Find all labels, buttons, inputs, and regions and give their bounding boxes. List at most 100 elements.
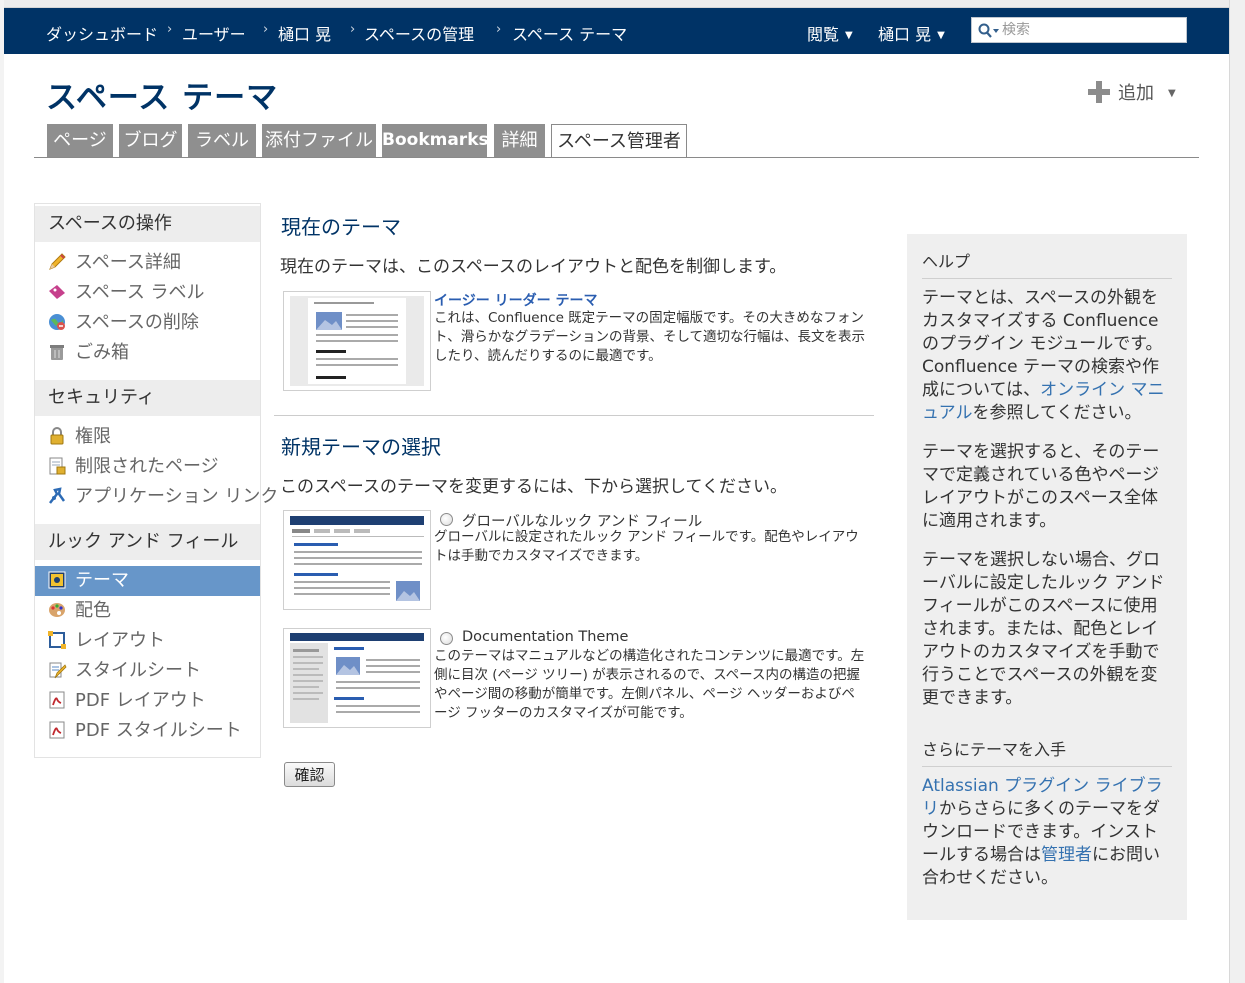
documentation-theme-label: Documentation Theme (462, 629, 629, 645)
search-input[interactable] (1002, 20, 1182, 40)
browse-menu-label: 閲覧 (807, 25, 840, 44)
new-theme-heading: 新規テーマの選択 (281, 435, 441, 459)
documentation-theme-thumbnail (283, 628, 431, 728)
chevron-down-icon: ▼ (1168, 88, 1176, 99)
documentation-theme-description: このテーマはマニュアルなどの構造化されたコンテンツに最適です。左側に目次 (ペー… (434, 648, 865, 721)
trash-icon (50, 345, 64, 360)
administrator-link[interactable]: 管理者 (1041, 845, 1092, 865)
sidebar-item-label: 配色 (75, 600, 111, 621)
search-box (971, 17, 1187, 43)
tab-space-admin[interactable]: スペース管理者 (551, 124, 687, 158)
breadcrumb-dashboard[interactable]: ダッシュボード (46, 21, 158, 45)
sidebar-item-application-links[interactable]: アプリケーション リンク (35, 482, 278, 512)
top-navigation-bar: ダッシュボード › ユーザー › 樋口 晃 › スペースの管理 › スペース テ… (4, 8, 1229, 54)
sidebar-item-label: スペースの削除 (75, 312, 199, 333)
help-paragraph-select-theme: テーマを選択すると、そのテーマで定義されている色やページ レイアウトがこのスペー… (922, 442, 1160, 531)
tab-attachments[interactable]: 添付ファイル (262, 124, 376, 157)
breadcrumb-separator-icon: › (263, 22, 269, 37)
sidebar-item-space-details[interactable]: スペース詳細 (35, 248, 260, 278)
sidebar-item-layouts[interactable]: レイアウト (35, 626, 260, 656)
sidebar-item-label: アプリケーション リンク (75, 486, 279, 507)
lock-icon (50, 427, 64, 445)
sidebar-item-label: 制限されたページ (75, 456, 219, 477)
sidebar-item-label: レイアウト (75, 630, 165, 651)
tabs-underline (34, 157, 1199, 158)
global-look-and-feel-thumbnail (283, 510, 431, 610)
help-panel: ヘルプ テーマとは、スペースの外観をカスタマイズする Confluence のプ… (907, 234, 1187, 920)
user-menu-label: 樋口 晃 (878, 25, 932, 44)
breadcrumb-users[interactable]: ユーザー (182, 21, 246, 45)
sidebar-heading-security: セキュリティ (35, 380, 260, 416)
chevron-down-icon: ▼ (937, 30, 945, 41)
pdf-icon (49, 691, 65, 709)
help-heading: ヘルプ (922, 248, 1172, 279)
tab-details[interactable]: 詳細 (494, 124, 545, 157)
current-theme-heading: 現在のテーマ (281, 215, 401, 239)
tab-labels[interactable]: ラベル (188, 124, 256, 157)
user-menu[interactable]: 樋口 晃 ▼ (878, 21, 945, 45)
breadcrumb-separator-icon: › (496, 22, 502, 37)
breadcrumb-current-page[interactable]: スペース テーマ (512, 21, 627, 45)
sidebar-item-label: 権限 (75, 426, 111, 447)
current-theme-name-link[interactable]: イージー リーダー テーマ (434, 290, 597, 310)
more-themes-heading: さらにテーマを入手 (922, 736, 1172, 767)
sidebar-item-label: スタイルシート (75, 660, 201, 681)
help-paragraph-no-theme: テーマを選択しない場合、グローバルに設定したルック アンド フィールがこのスペー… (922, 550, 1165, 708)
palette-icon (49, 603, 65, 617)
tab-blog[interactable]: ブログ (119, 124, 182, 157)
sidebar-item-space-labels[interactable]: スペース ラベル (35, 278, 260, 308)
global-look-and-feel-description: グローバルに設定されたルック アンド フィールです。配色やレイアウトは手動でカス… (434, 529, 859, 564)
restricted-page-icon (49, 457, 66, 475)
sidebar-item-label: テーマ (75, 570, 129, 591)
add-menu-label: 追加 (1118, 83, 1154, 104)
sidebar-item-label: ごみ箱 (75, 342, 129, 363)
sidebar-item-pdf-stylesheet[interactable]: PDF スタイルシート (35, 716, 260, 746)
sidebar-item-label: PDF スタイルシート (75, 720, 242, 741)
sidebar-item-label: スペース ラベル (75, 282, 205, 303)
tab-bookmarks[interactable]: Bookmarks (382, 124, 489, 157)
help-paragraph-get-more-themes: Atlassian プラグイン ライブラリからさらに多くのテーマをダウンロードで… (922, 776, 1163, 888)
app-link-icon (49, 487, 66, 504)
pdf-icon (49, 721, 65, 739)
sidebar-item-stylesheet[interactable]: スタイルシート (35, 656, 260, 686)
help-paragraph-about-themes: テーマとは、スペースの外観をカスタマイズする Confluence のプラグイン… (922, 288, 1165, 423)
theme-icon (48, 571, 66, 589)
sidebar-heading-space-operations: スペースの操作 (35, 206, 260, 242)
sidebar-item-colour-scheme[interactable]: 配色 (35, 596, 260, 626)
sidebar-heading-look-and-feel: ルック アンド フィール (35, 524, 260, 560)
window-left-edge (0, 0, 4, 983)
sidebar-item-themes[interactable]: テーマ (35, 566, 260, 596)
window-top-edge (0, 0, 1245, 8)
sidebar-item-permissions[interactable]: 権限 (35, 422, 260, 452)
search-icon[interactable] (978, 23, 1000, 39)
layout-icon (48, 631, 66, 649)
easy-reader-theme-thumbnail (283, 291, 431, 391)
documentation-theme-radio[interactable] (440, 632, 453, 645)
sidebar-item-restricted-pages[interactable]: 制限されたページ (35, 452, 260, 482)
sidebar-item-delete-space[interactable]: スペースの削除 (35, 308, 260, 338)
breadcrumb-space-admin[interactable]: スペースの管理 (364, 21, 474, 45)
globe-delete-icon (49, 314, 65, 330)
space-admin-sidebar: スペースの操作 スペース詳細 スペース ラベル スペースの削除 ごみ箱 セキュリ… (34, 203, 278, 758)
add-menu-button[interactable]: 追加 ▼ (1088, 79, 1176, 105)
window-scrollbar[interactable] (1229, 0, 1245, 983)
current-theme-summary: これは、Confluence 既定テーマの固定幅版です。その大きめなフォント、滑… (434, 310, 866, 364)
section-divider (274, 415, 874, 416)
plus-icon (1088, 81, 1110, 103)
tab-pages[interactable]: ページ (47, 124, 113, 157)
new-theme-description: このスペースのテーマを変更するには、下から選択してください。 (280, 477, 787, 497)
global-look-and-feel-radio[interactable] (440, 513, 453, 526)
label-icon (49, 285, 65, 299)
confirm-button[interactable]: 確認 (284, 762, 335, 787)
sidebar-item-trash[interactable]: ごみ箱 (35, 338, 260, 368)
sidebar-item-pdf-layout[interactable]: PDF レイアウト (35, 686, 260, 716)
chevron-down-icon: ▼ (845, 30, 853, 41)
browse-menu[interactable]: 閲覧 ▼ (807, 21, 853, 45)
stylesheet-icon (49, 662, 67, 679)
breadcrumb-user[interactable]: 樋口 晃 (278, 21, 331, 45)
sidebar-item-label: スペース詳細 (75, 252, 181, 273)
sidebar-item-label: PDF レイアウト (75, 690, 206, 711)
pencil-icon (49, 253, 66, 270)
breadcrumb-separator-icon: › (167, 22, 173, 37)
breadcrumb-separator-icon: › (350, 22, 356, 37)
